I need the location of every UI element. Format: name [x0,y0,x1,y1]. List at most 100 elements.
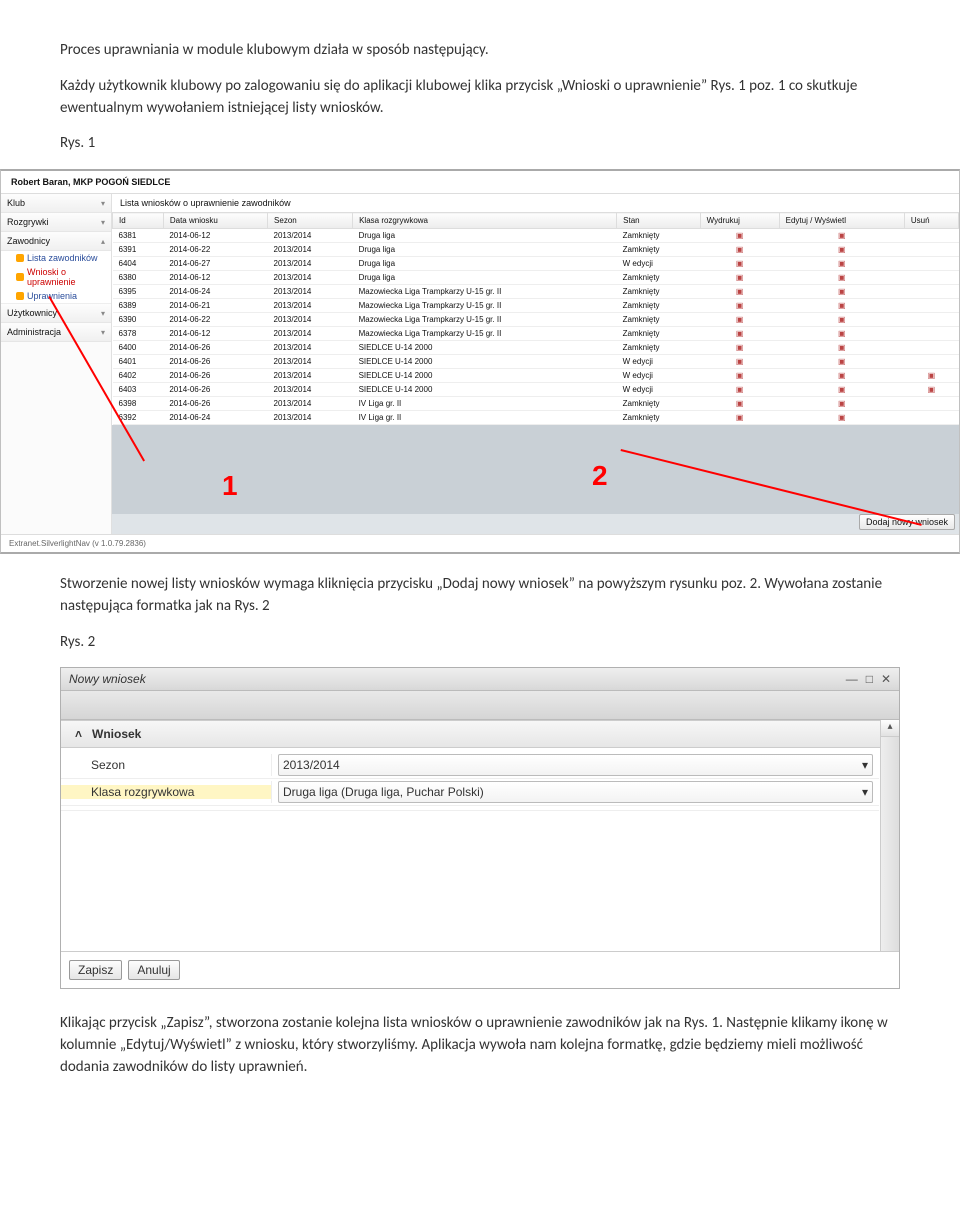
table-row[interactable]: 64012014-06-262013/2014SIEDLCE U-14 2000… [113,355,959,369]
delete-icon [904,229,958,243]
edit-icon[interactable]: ▣ [779,397,904,411]
edit-icon[interactable]: ▣ [779,229,904,243]
cell-data: 2014-06-12 [163,327,267,341]
delete-icon [904,313,958,327]
print-icon[interactable]: ▣ [700,257,779,271]
print-icon[interactable]: ▣ [700,383,779,397]
sidebar-sub-lista[interactable]: Lista zawodników [13,251,111,265]
section-title: Wniosek [92,727,141,741]
print-icon[interactable]: ▣ [700,271,779,285]
edit-icon[interactable]: ▣ [779,327,904,341]
list-title: Lista wniosków o uprawnienie zawodników [112,194,959,212]
maximize-icon[interactable]: □ [866,672,873,686]
dialog-title: Nowy wniosek [69,672,146,686]
edit-icon[interactable]: ▣ [779,257,904,271]
sidebar-label: Zawodnicy [7,236,50,246]
print-icon[interactable]: ▣ [700,369,779,383]
cell-stan: Zamknięty [617,341,700,355]
col-usun[interactable]: Usuń [904,213,958,229]
section-header-wniosek[interactable]: ˄ Wniosek [61,720,899,748]
table-row[interactable]: 63922014-06-242013/2014IV Liga gr. IIZam… [113,411,959,425]
cell-data: 2014-06-12 [163,271,267,285]
edit-icon[interactable]: ▣ [779,243,904,257]
cancel-button[interactable]: Anuluj [128,960,179,980]
print-icon[interactable]: ▣ [700,313,779,327]
table-row[interactable]: 64002014-06-262013/2014SIEDLCE U-14 2000… [113,341,959,355]
paragraph: Klikając przycisk „Zapisz”, stworzona zo… [60,1013,900,1078]
sidebar: Klub ▾ Rozgrywki ▾ Zawodnicy ▴ Lista zaw… [1,194,112,534]
table-row[interactable]: 64032014-06-262013/2014SIEDLCE U-14 2000… [113,383,959,397]
select-klasa[interactable]: Druga liga (Druga liga, Puchar Polski) ▾ [278,781,873,803]
sidebar-sub-uprawnienia[interactable]: Uprawnienia [13,289,111,303]
cell-sezon: 2013/2014 [268,411,353,425]
edit-icon[interactable]: ▣ [779,285,904,299]
print-icon[interactable]: ▣ [700,243,779,257]
edit-icon[interactable]: ▣ [779,271,904,285]
print-icon[interactable]: ▣ [700,299,779,313]
edit-icon[interactable]: ▣ [779,383,904,397]
cell-id: 6381 [113,229,164,243]
scroll-up-icon[interactable]: ▴ [881,720,899,737]
version-footer: Extranet.SilverlightNav (v 1.0.79.2836) [1,534,959,552]
minimize-icon[interactable]: — [846,672,858,686]
edit-icon[interactable]: ▣ [779,341,904,355]
save-button[interactable]: Zapisz [69,960,122,980]
scrollbar[interactable]: ▴ [880,720,899,951]
table-row[interactable]: 64022014-06-262013/2014SIEDLCE U-14 2000… [113,369,959,383]
sidebar-item-rozgrywki[interactable]: Rozgrywki ▾ [1,213,111,232]
sidebar-item-zawodnicy[interactable]: Zawodnicy ▴ [1,232,111,251]
print-icon[interactable]: ▣ [700,397,779,411]
print-icon[interactable]: ▣ [700,229,779,243]
cell-id: 6403 [113,383,164,397]
delete-icon[interactable]: ▣ [904,383,958,397]
sidebar-item-administracja[interactable]: Administracja ▾ [1,323,111,342]
col-id[interactable]: Id [113,213,164,229]
paragraph: Stworzenie nowej listy wniosków wymaga k… [60,574,900,618]
close-icon[interactable]: ✕ [881,672,891,686]
col-stan[interactable]: Stan [617,213,700,229]
cell-id: 6400 [113,341,164,355]
edit-icon[interactable]: ▣ [779,313,904,327]
table-row[interactable]: 63952014-06-242013/2014Mazowiecka Liga T… [113,285,959,299]
form-row-sezon: Sezon 2013/2014 ▾ [61,752,879,779]
col-edytuj[interactable]: Edytuj / Wyświetl [779,213,904,229]
col-sezon[interactable]: Sezon [268,213,353,229]
col-data[interactable]: Data wniosku [163,213,267,229]
print-icon[interactable]: ▣ [700,285,779,299]
edit-icon[interactable]: ▣ [779,369,904,383]
sidebar-label: Klub [7,198,25,208]
sidebar-sub-wnioski[interactable]: Wnioski o uprawnienie [13,265,111,289]
sidebar-item-klub[interactable]: Klub ▾ [1,194,111,213]
cell-sezon: 2013/2014 [268,327,353,341]
chevron-down-icon: ▾ [101,328,105,337]
print-icon[interactable]: ▣ [700,341,779,355]
print-icon[interactable]: ▣ [700,327,779,341]
col-klasa[interactable]: Klasa rozgrywkowa [353,213,617,229]
table-row[interactable]: 63802014-06-122013/2014Druga ligaZamknię… [113,271,959,285]
cell-data: 2014-06-26 [163,341,267,355]
edit-icon[interactable]: ▣ [779,355,904,369]
table-row[interactable]: 64042014-06-272013/2014Druga ligaW edycj… [113,257,959,271]
print-icon[interactable]: ▣ [700,411,779,425]
delete-icon[interactable]: ▣ [904,369,958,383]
table-row[interactable]: 63912014-06-222013/2014Druga ligaZamknię… [113,243,959,257]
cell-stan: Zamknięty [617,243,700,257]
cell-id: 6398 [113,397,164,411]
cell-data: 2014-06-22 [163,243,267,257]
table-row[interactable]: 63892014-06-212013/2014Mazowiecka Liga T… [113,299,959,313]
cell-sezon: 2013/2014 [268,369,353,383]
screenshot-rys1: Robert Baran, MKP POGOŃ SIEDLCE Klub ▾ R… [0,169,960,554]
select-sezon[interactable]: 2013/2014 ▾ [278,754,873,776]
table-row[interactable]: 63902014-06-222013/2014Mazowiecka Liga T… [113,313,959,327]
table-row[interactable]: 63982014-06-262013/2014IV Liga gr. IIZam… [113,397,959,411]
annotation-2: 2 [592,460,608,492]
cell-id: 6404 [113,257,164,271]
col-wydrukuj[interactable]: Wydrukuj [700,213,779,229]
print-icon[interactable]: ▣ [700,355,779,369]
table-row[interactable]: 63782014-06-122013/2014Mazowiecka Liga T… [113,327,959,341]
list-icon [16,254,24,262]
table-row[interactable]: 63812014-06-122013/2014Druga ligaZamknię… [113,229,959,243]
edit-icon[interactable]: ▣ [779,411,904,425]
edit-icon[interactable]: ▣ [779,299,904,313]
cell-id: 6389 [113,299,164,313]
